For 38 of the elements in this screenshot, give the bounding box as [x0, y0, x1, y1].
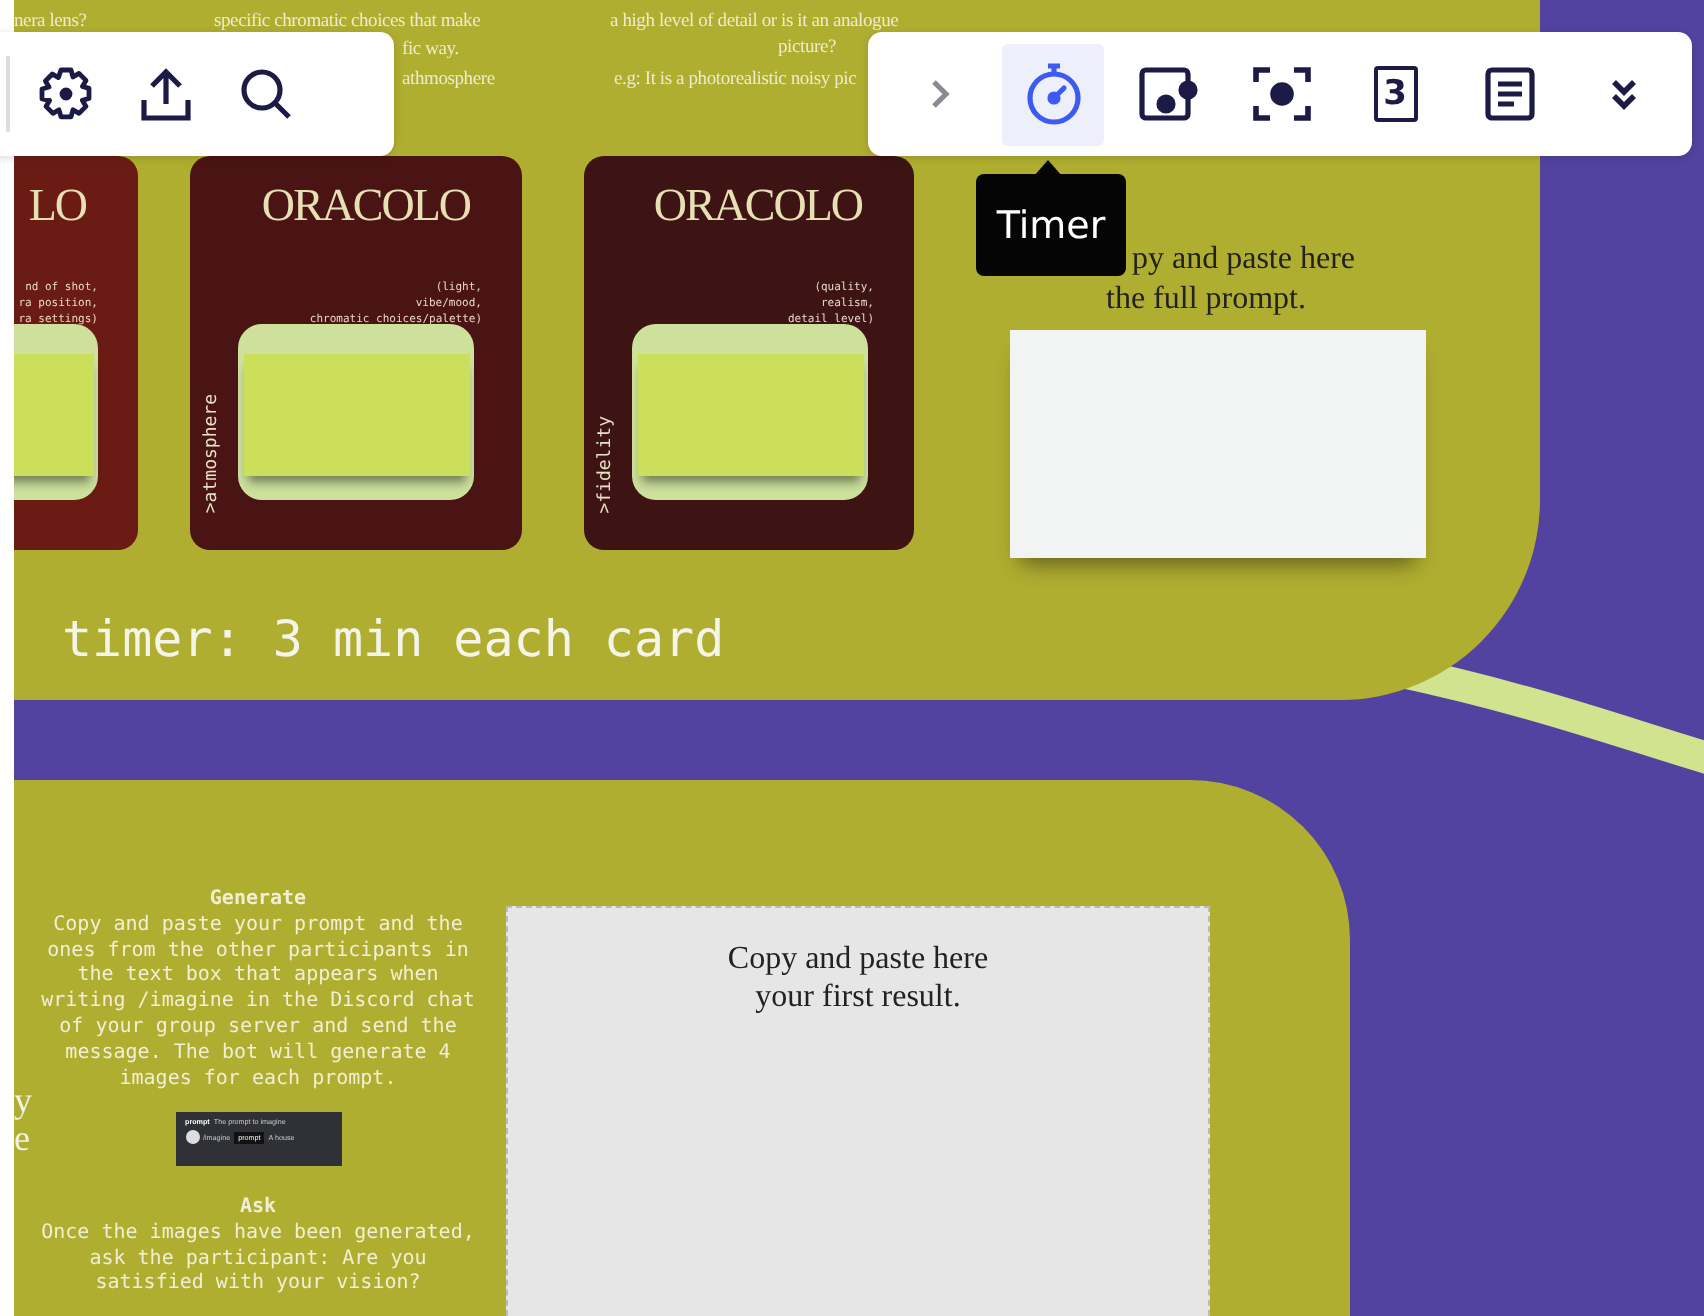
- canvas-text: athmosphere: [402, 68, 495, 94]
- section-title: Generate: [209, 888, 307, 914]
- card-logo: ORACOLO: [653, 180, 862, 232]
- frame-dot-icon: [1137, 66, 1197, 122]
- canvas-text: y: [14, 1080, 32, 1122]
- timer-button[interactable]: [1002, 43, 1104, 145]
- card-logo: ORACOLO: [261, 180, 470, 232]
- card-logo: LO: [28, 180, 86, 232]
- canvas-text: specific chromatic choices that make: [214, 10, 481, 36]
- card-side-label: >atmosphere: [202, 394, 222, 514]
- canvas-text: e.g: It is a photorealistic noisy pic: [614, 68, 857, 94]
- result-label: Copy and paste here your first result.: [725, 940, 991, 1018]
- section-title: Ask: [239, 1196, 277, 1222]
- canvas-text: a high level of detail or is it an analogue: [610, 10, 899, 36]
- chevron-right-icon: [927, 76, 951, 112]
- notes-icon: [1483, 66, 1535, 122]
- instruction-text: Once the images have been generated, ask the participant: Are you satisfied with your vision?: [39, 1221, 477, 1299]
- double-chevron-down-icon: [1607, 76, 1639, 112]
- number-card-button[interactable]: 3: [1344, 43, 1446, 145]
- timer-note: timer: 3 min each card: [62, 610, 725, 668]
- instruction-text: Copy and paste your prompt and the ones from the other participants in the text box that appears when writing /imagine in the Discord chat of your group server and send the message. The bot will generate 4 images for each prompt.: [39, 913, 477, 1093]
- upload-icon: [140, 66, 192, 122]
- prompt-label: py and paste here: [1132, 242, 1356, 278]
- result-box[interactable]: Copy and paste here your first result.: [506, 906, 1210, 1316]
- focus-icon: [1251, 66, 1311, 122]
- timer-icon: [1023, 62, 1083, 126]
- canvas-text: e: [14, 1118, 30, 1160]
- prompt-input-box[interactable]: [1010, 330, 1426, 558]
- canvas-text: picture?: [778, 36, 836, 62]
- canvas-text: nera lens?: [14, 10, 87, 36]
- canvas-text: fic way.: [402, 38, 459, 64]
- number-card-icon: 3: [1373, 66, 1417, 122]
- tooltip: Timer: [976, 174, 1126, 276]
- search-icon: [238, 66, 294, 122]
- card-side-label: >fidelity: [596, 416, 616, 514]
- avatar-icon: [185, 1130, 199, 1145]
- settings-icon: [38, 66, 94, 122]
- prompt-label: the full prompt.: [1106, 282, 1306, 318]
